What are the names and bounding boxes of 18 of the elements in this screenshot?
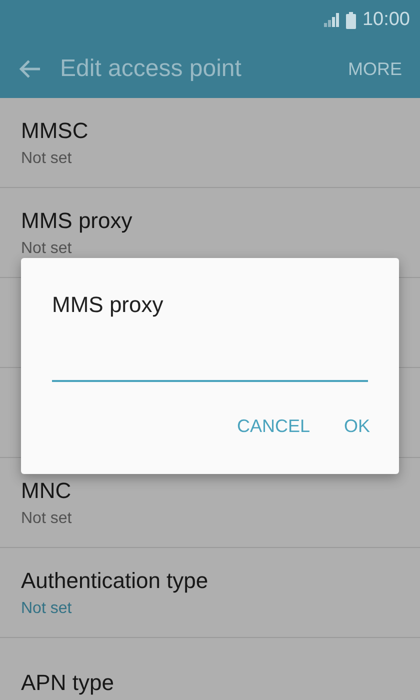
setting-value: Not set	[21, 600, 72, 618]
dialog-title: MMS proxy	[52, 292, 164, 318]
setting-value: Not set	[21, 240, 72, 258]
clock: 10:00	[362, 9, 410, 31]
setting-value: Not set	[21, 150, 72, 168]
settings-row[interactable]: MMSC Not set	[0, 98, 420, 188]
setting-title: APN type	[21, 670, 114, 696]
settings-row[interactable]: APN type	[0, 638, 420, 700]
setting-title: MMS proxy	[21, 208, 132, 234]
signal-icon	[324, 13, 340, 27]
battery-icon	[346, 12, 356, 28]
setting-title: MMSC	[21, 118, 88, 144]
screen-title: Edit access point	[60, 55, 242, 83]
settings-row[interactable]: Authentication type Not set	[0, 548, 420, 638]
setting-title: MNC	[21, 478, 72, 504]
setting-title: Authentication type	[21, 568, 208, 594]
setting-value: Not set	[21, 510, 72, 528]
back-arrow-icon[interactable]	[18, 59, 42, 79]
